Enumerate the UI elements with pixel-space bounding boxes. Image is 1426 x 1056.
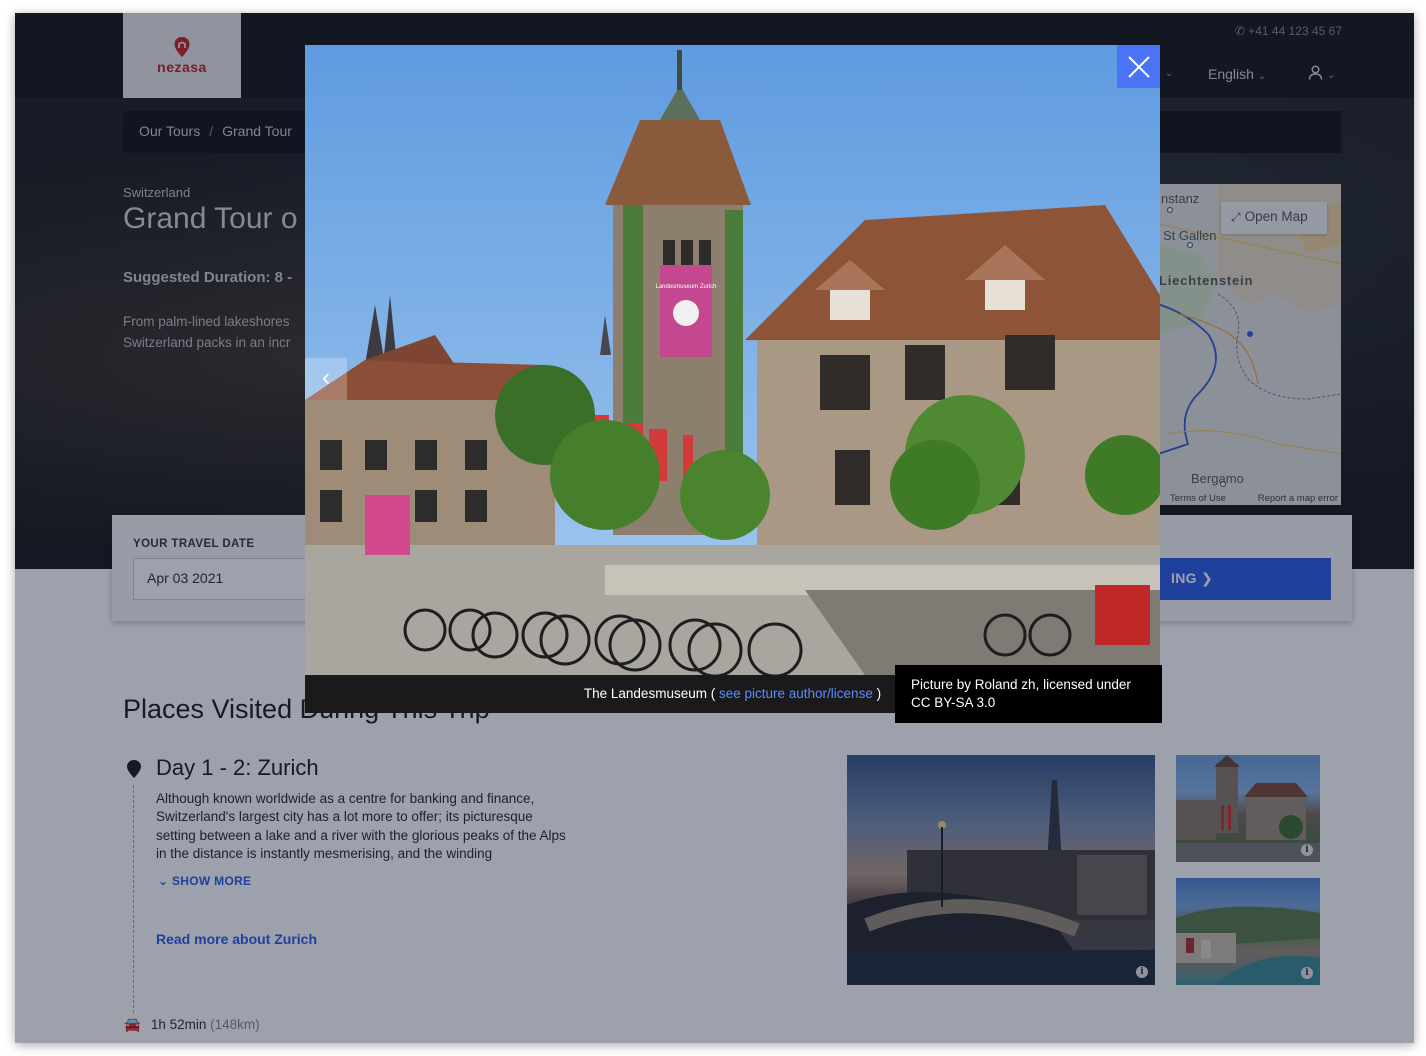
caption-close-paren: )	[876, 686, 882, 701]
banner-text: Landesmuseum Zurich	[655, 284, 716, 290]
landesmuseum-photo: Landesmuseum Zurich	[305, 45, 1160, 675]
image-lightbox: Landesmuseum Zurich The Landesmuseum (s…	[305, 45, 1160, 713]
browser-page: nezasa ✆ +41 44 123 45 67 ⌄ English ⌄ ⌄ O…	[15, 13, 1414, 1043]
lightbox-photo: Landesmuseum Zurich	[305, 45, 1160, 675]
close-icon	[1127, 55, 1150, 78]
close-lightbox-button[interactable]	[1117, 45, 1160, 88]
previous-image-button[interactable]: ‹	[305, 358, 347, 400]
license-tooltip: Picture by Roland zh, licensed under CC …	[895, 665, 1162, 723]
picture-license-link[interactable]: see picture author/license	[719, 686, 873, 701]
chevron-left-icon: ‹	[322, 364, 330, 391]
caption-text: The Landesmuseum (	[583, 686, 716, 701]
